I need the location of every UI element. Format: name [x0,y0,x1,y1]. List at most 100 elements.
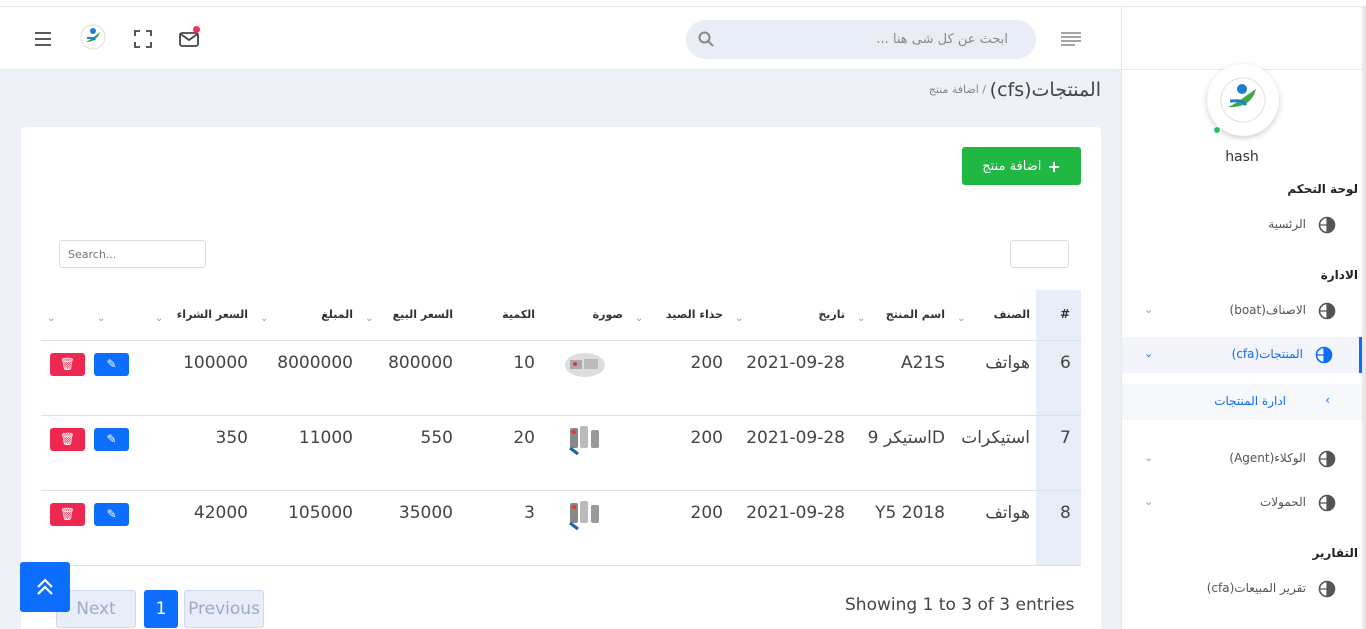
section-admin: الادارة [1320,268,1358,282]
date-cell: 2021-09-28 [729,340,851,416]
column-buy-price[interactable]: ⌄ السعر الشراء [149,290,254,341]
boot-shoe-cell: 200 [629,340,729,416]
breadcrumb[interactable]: / اضافة منتج [929,83,986,96]
mail-badge [193,26,200,33]
edit-icon[interactable]: ✎ [94,427,129,451]
globe-icon [1318,494,1336,512]
image-cell [541,490,629,566]
category-cell: هواتف [951,490,1036,566]
delete-cell: 🗑 [41,340,91,416]
column-amount[interactable]: ⌄ المبلغ [254,290,359,341]
image-cell [541,340,629,416]
add-product-button[interactable]: + اضافة منتج [962,147,1081,185]
column-label: السعر الشراء [176,307,248,321]
boot-shoe-cell: 200 [629,490,729,566]
double-chevron-up-icon [37,578,53,595]
column-category[interactable]: ⌄ الصنف [951,290,1036,341]
sidebar-subitem-manage-products[interactable]: › ادارة المنتجات [1122,384,1362,420]
globe-icon [1318,216,1336,234]
sidebar-item-sales-report[interactable]: تقرير المبيعات(cfa) [1122,571,1362,607]
qty-cell: 3 [459,490,541,566]
chevron-down-icon: ⌄ [1144,495,1154,508]
globe-icon [1318,580,1336,598]
image-cell [541,415,629,491]
user-name: hash [1225,149,1259,165]
sidebar-item-products[interactable]: المنتجات(cfa) ⌄ [1122,337,1362,373]
column-date[interactable]: ⌄ تاريخ [729,290,851,341]
lines-icon[interactable] [1058,7,1084,70]
buy-price-cell: 350 [149,415,254,491]
globe-icon [1318,302,1336,320]
column-boot-shoe[interactable]: ⌄ حذاء الصيد [629,290,729,341]
qty-cell: 10 [459,340,541,416]
global-search-input[interactable] [686,20,1036,59]
sidebar-item-label: الرئسية [1268,217,1306,231]
table-row: 🗑 ✎ 350 11000 550 20 200 2021-09-28 استي… [41,415,1081,491]
sidebar-item-categories[interactable]: الاصناف(boat) ⌄ [1122,293,1362,329]
fullscreen-icon[interactable] [130,7,156,70]
column-label: اسم المنتج [885,307,945,321]
column-image[interactable]: صورة [541,290,629,341]
product-name-cell: Y5 2018 [851,490,951,566]
sidebar-item-label: الاصناف(boat) [1229,303,1306,317]
number-cell: 7 [1036,415,1081,491]
top-header [0,7,1121,70]
category-cell: هواتف [951,340,1036,416]
menu-icon[interactable] [30,7,56,70]
edit-icon[interactable]: ✎ [94,352,129,376]
online-status-dot [1213,126,1221,134]
section-dashboard: لوحة التحكم [1287,182,1358,196]
table-row: 🗑 ✎ 42000 105000 35000 3 200 2021-09-28 … [41,490,1081,566]
column-actions-edit[interactable]: ⌄ [91,290,149,341]
page-length-select[interactable] [1010,240,1069,268]
products-card: + اضافة منتج ⌄ ⌄ ⌄السعر الشراء ⌄المبلغ ⌄… [21,127,1101,629]
product-image[interactable] [564,424,606,456]
date-cell: 2021-09-28 [729,490,851,566]
edit-icon[interactable]: ✎ [94,502,129,526]
table-search-input[interactable] [59,240,206,268]
column-sale-price[interactable]: ⌄ السعر البيع [359,290,459,341]
table-row: 🗑 ✎ 100000 8000000 800000 10 200 2021-09… [41,340,1081,416]
category-cell: استيكرات [951,415,1036,491]
table-info: Showing 1 to 3 of 3 entries [845,595,1075,615]
column-label: الصنف [993,307,1030,321]
product-image[interactable] [564,499,606,531]
sale-price-cell: 35000 [359,490,459,566]
previous-page-button[interactable]: Previous [184,590,264,628]
trash-icon[interactable]: 🗑 [50,502,85,526]
buy-price-cell: 100000 [149,340,254,416]
trash-icon[interactable]: 🗑 [50,427,85,451]
plus-icon: + [1047,156,1061,176]
column-actions-delete[interactable]: ⌄ [41,290,91,341]
product-name-cell: استيكر 9D [851,415,951,491]
sidebar-item-home[interactable]: الرئسية [1122,207,1362,243]
amount-cell: 8000000 [254,340,359,416]
avatar[interactable] [1207,64,1279,136]
column-label: السعر البيع [392,307,453,321]
column-number[interactable]: # [1036,290,1081,341]
logo-icon [80,24,106,50]
sidebar-item-agents[interactable]: الوكلاء(Agent) ⌄ [1122,441,1362,477]
column-label: الكمية [502,307,535,321]
search-icon [698,31,714,51]
mail-icon[interactable] [176,7,202,70]
column-label: صورة [592,307,623,321]
top-strip [0,0,1366,7]
product-image[interactable] [564,349,606,381]
delete-cell: 🗑 [41,415,91,491]
column-product-name[interactable]: ⌄ اسم المنتج [851,290,951,341]
amount-cell: 105000 [254,490,359,566]
column-label: المبلغ [321,307,353,321]
sidebar-item-label: تقرير المبيعات(cfa) [1206,581,1306,595]
page-1-button[interactable]: 1 [144,590,178,628]
scroll-to-top-button[interactable] [20,562,70,612]
column-qty[interactable]: الكمية [459,290,541,341]
chevron-down-icon: ⌄ [1144,451,1154,464]
delete-cell: 🗑 [41,490,91,566]
globe-icon [1315,346,1333,364]
qty-cell: 20 [459,415,541,491]
sidebar-scrollbar[interactable] [1362,7,1366,629]
sidebar-item-shipments[interactable]: الحمولات ⌄ [1122,485,1362,521]
globe-icon [1318,450,1336,468]
trash-icon[interactable]: 🗑 [50,352,85,376]
